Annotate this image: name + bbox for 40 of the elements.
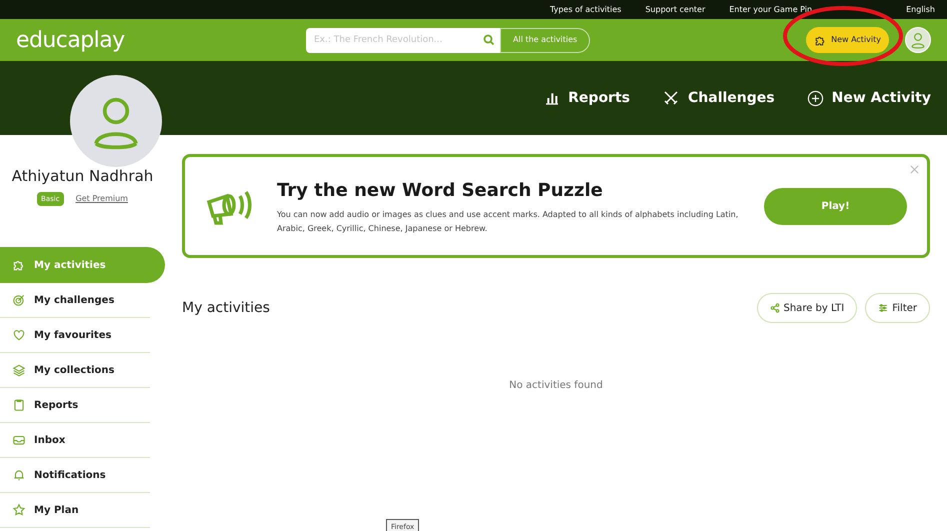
sidebar-item[interactable]: My collections bbox=[0, 353, 150, 388]
empty-message: No activities found bbox=[508, 379, 604, 393]
banner-link[interactable]: Reports bbox=[544, 88, 630, 108]
bell-icon bbox=[12, 468, 26, 482]
plus-circle-icon bbox=[806, 90, 824, 106]
sidebar-item[interactable]: My challenges bbox=[0, 283, 150, 318]
top-link[interactable]: Types of activities bbox=[550, 4, 622, 16]
section-title: My activities bbox=[182, 298, 270, 318]
banner-link[interactable]: New Activity bbox=[806, 88, 931, 108]
account-avatar[interactable] bbox=[905, 27, 931, 53]
clipboard-icon bbox=[12, 398, 26, 412]
search-icon bbox=[483, 34, 495, 46]
new-activity-button[interactable]: New Activity bbox=[806, 27, 889, 53]
star-icon bbox=[12, 503, 26, 517]
share-icon bbox=[770, 303, 780, 313]
sidebar-item[interactable]: Reports bbox=[0, 388, 150, 423]
top-link[interactable]: English bbox=[906, 4, 935, 16]
user-icon bbox=[909, 31, 927, 49]
search-button[interactable] bbox=[478, 28, 500, 52]
target-icon bbox=[12, 293, 26, 307]
layers-icon bbox=[12, 363, 26, 377]
puzzle-icon bbox=[12, 258, 26, 272]
banner-link[interactable]: Challenges bbox=[662, 88, 775, 108]
premium-link[interactable]: Get Premium bbox=[76, 192, 128, 205]
profile-name: Athiyatun Nadhrah bbox=[10, 166, 154, 187]
heart-icon bbox=[12, 328, 26, 342]
filter-button[interactable]: Filter bbox=[865, 293, 930, 323]
sidebar-item[interactable]: Notifications bbox=[0, 458, 150, 493]
sidebar-item[interactable]: My Plan bbox=[0, 493, 150, 528]
promo-text: You can now add audio or images as clues and use accent marks. Adapted to all kinds of alphabets including Latin, Arabic, Greek, Cyrillic, Chinese, Japanese or Hebrew. bbox=[277, 208, 740, 235]
promo-title: Try the new Word Search Puzzle bbox=[277, 178, 604, 202]
top-link[interactable]: Support center bbox=[645, 4, 706, 16]
close-icon[interactable] bbox=[910, 165, 919, 174]
share-button[interactable]: Share by LTI bbox=[756, 293, 858, 323]
sidebar-item[interactable]: My favourites bbox=[0, 318, 150, 353]
sliders-icon bbox=[878, 303, 888, 313]
sidebar-item[interactable]: Inbox bbox=[0, 423, 150, 458]
inbox-icon bbox=[12, 433, 26, 447]
crossed-swords-icon bbox=[662, 89, 680, 107]
search-field[interactable]: Ex.: The French Revolution... bbox=[306, 28, 478, 52]
